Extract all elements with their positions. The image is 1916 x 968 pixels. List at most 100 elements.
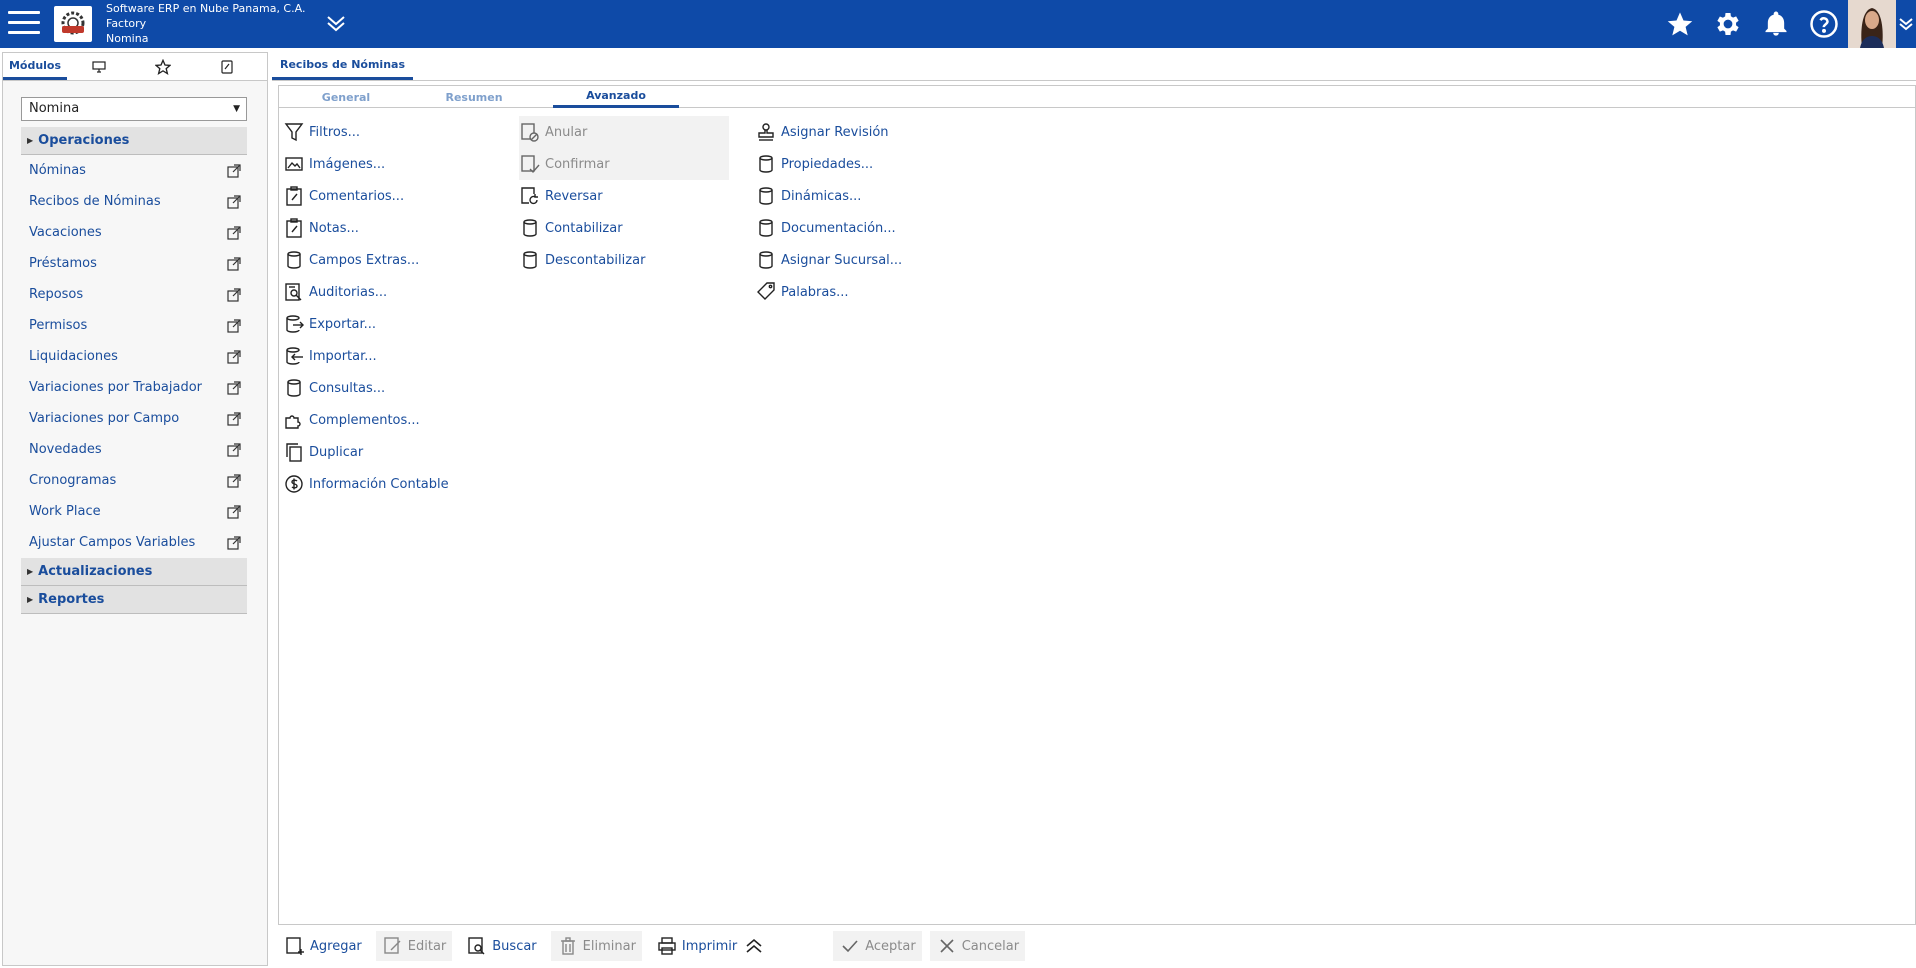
sidebar-item-recibos-de-nominas[interactable]: Recibos de Nóminas (21, 186, 247, 217)
open-external-icon[interactable] (227, 349, 241, 364)
tab-general[interactable]: General (283, 86, 409, 108)
sidebar-item-liquidaciones[interactable]: Liquidaciones (21, 341, 247, 372)
action-anular[interactable]: Anular (519, 116, 729, 148)
action-reversar[interactable]: Reversar (519, 180, 729, 212)
tab-modulos[interactable]: Módulos (3, 53, 67, 80)
tab-favorites[interactable] (131, 53, 195, 80)
hamburger-menu-icon[interactable] (8, 11, 40, 35)
printer-icon (656, 935, 678, 957)
action-label: Duplicar (309, 444, 364, 460)
actions-column-2: Anular Confirmar Reversar Contabilizar Desco… (519, 116, 729, 276)
sidebar-item-variaciones-por-trabajador[interactable]: Variaciones por Trabajador (21, 372, 247, 403)
sidebar-item-cronogramas[interactable]: Cronogramas (21, 465, 247, 496)
tab-recibos-de-nominas[interactable]: Recibos de Nóminas (272, 52, 413, 80)
sidebar-item-nominas[interactable]: Nóminas (21, 155, 247, 186)
search-document-icon (466, 935, 488, 957)
open-external-icon[interactable] (227, 225, 241, 240)
edit-document-icon (382, 935, 404, 957)
action-contabilizar[interactable]: Contabilizar (519, 212, 729, 244)
tab-documents[interactable] (195, 53, 259, 80)
action-consultas[interactable]: Consultas... (283, 372, 513, 404)
action-confirmar[interactable]: Confirmar (519, 148, 729, 180)
open-external-icon[interactable] (227, 380, 241, 395)
export-icon (283, 313, 305, 335)
sidebar-item-vacaciones[interactable]: Vacaciones (21, 217, 247, 248)
accept-button[interactable]: Aceptar (833, 931, 922, 961)
double-chevron-down-icon[interactable] (326, 13, 346, 37)
action-duplicar[interactable]: Duplicar (283, 436, 513, 468)
database-icon (283, 249, 305, 271)
open-external-icon[interactable] (227, 535, 241, 550)
open-external-icon[interactable] (227, 442, 241, 457)
search-label: Buscar (492, 938, 537, 954)
add-button[interactable]: Agregar (278, 931, 368, 961)
action-descontabilizar[interactable]: Descontabilizar (519, 244, 729, 276)
open-external-icon[interactable] (227, 411, 241, 426)
action-palabras[interactable]: Palabras... (755, 276, 985, 308)
module-select-value: Nomina (29, 101, 80, 116)
action-label: Confirmar (545, 156, 610, 172)
open-external-icon[interactable] (227, 287, 241, 302)
search-button[interactable]: Buscar (460, 931, 542, 961)
delete-button[interactable]: Eliminar (550, 931, 642, 961)
action-label: Campos Extras... (309, 252, 420, 268)
print-label: Imprimir (681, 938, 738, 954)
sidebar-item-reposos[interactable]: Reposos (21, 279, 247, 310)
check-icon (839, 935, 861, 957)
open-external-icon[interactable] (227, 256, 241, 271)
sidebar-item-ajustar-campos-variables[interactable]: Ajustar Campos Variables (21, 527, 247, 558)
open-external-icon[interactable] (227, 473, 241, 488)
action-label: Anular (545, 124, 588, 140)
edit-button[interactable]: Editar (375, 931, 453, 961)
user-avatar[interactable] (1848, 0, 1896, 48)
action-importar[interactable]: Importar... (283, 340, 513, 372)
open-external-icon[interactable] (227, 504, 241, 519)
open-external-icon[interactable] (227, 194, 241, 209)
action-notas[interactable]: Notas... (283, 212, 513, 244)
action-dinamicas[interactable]: Dinámicas... (755, 180, 985, 212)
module-select[interactable]: Nomina ▼ (21, 97, 247, 121)
tab-monitor[interactable] (67, 53, 131, 80)
action-imagenes[interactable]: Imágenes... (283, 148, 513, 180)
document-revert-icon (519, 185, 541, 207)
sidebar-item-permisos[interactable]: Permisos (21, 310, 247, 341)
favorites-star-icon[interactable] (1656, 0, 1704, 48)
sidebar-item-prestamos[interactable]: Préstamos (21, 248, 247, 279)
left-panel-tabs: Módulos (3, 53, 267, 81)
help-icon[interactable] (1800, 0, 1848, 48)
user-menu-chevron-icon[interactable] (1896, 0, 1916, 48)
action-auditorias[interactable]: Auditorias... (283, 276, 513, 308)
action-asignar-revision[interactable]: Asignar Revisión (755, 116, 985, 148)
sidebar-item-work-place[interactable]: Work Place (21, 496, 247, 527)
action-filtros[interactable]: Filtros... (283, 116, 513, 148)
action-complementos[interactable]: Complementos... (283, 404, 513, 436)
notifications-bell-icon[interactable] (1752, 0, 1800, 48)
add-document-icon (284, 935, 306, 957)
action-comentarios[interactable]: Comentarios... (283, 180, 513, 212)
section-actualizaciones[interactable]: ▶ Actualizaciones (21, 558, 247, 586)
settings-gear-icon[interactable] (1704, 0, 1752, 48)
section-operaciones[interactable]: ▶ Operaciones (21, 127, 247, 155)
action-label: Exportar... (309, 316, 377, 332)
print-button[interactable]: Imprimir (650, 931, 775, 961)
action-informacion-contable[interactable]: Información Contable (283, 468, 513, 500)
sidebar-item-novedades[interactable]: Novedades (21, 434, 247, 465)
section-reportes[interactable]: ▶ Reportes (21, 586, 247, 614)
sidebar-item-variaciones-por-campo[interactable]: Variaciones por Campo (21, 403, 247, 434)
add-label: Agregar (310, 938, 362, 954)
double-chevron-up-icon[interactable] (743, 935, 765, 957)
open-external-icon[interactable] (227, 318, 241, 333)
open-external-icon[interactable] (227, 163, 241, 178)
database-icon (755, 185, 777, 207)
tab-resumen[interactable]: Resumen (411, 86, 537, 108)
action-asignar-sucursal[interactable]: Asignar Sucursal... (755, 244, 985, 276)
cancel-button[interactable]: Cancelar (929, 931, 1026, 961)
action-propiedades[interactable]: Propiedades... (755, 148, 985, 180)
document-content: General Resumen Avanzado Filtros... Imáge… (278, 85, 1916, 925)
action-campos-extras[interactable]: Campos Extras... (283, 244, 513, 276)
action-exportar[interactable]: Exportar... (283, 308, 513, 340)
tab-avanzado[interactable]: Avanzado (553, 86, 679, 108)
close-icon (936, 935, 958, 957)
action-documentacion[interactable]: Documentación... (755, 212, 985, 244)
action-label: Contabilizar (545, 220, 623, 236)
